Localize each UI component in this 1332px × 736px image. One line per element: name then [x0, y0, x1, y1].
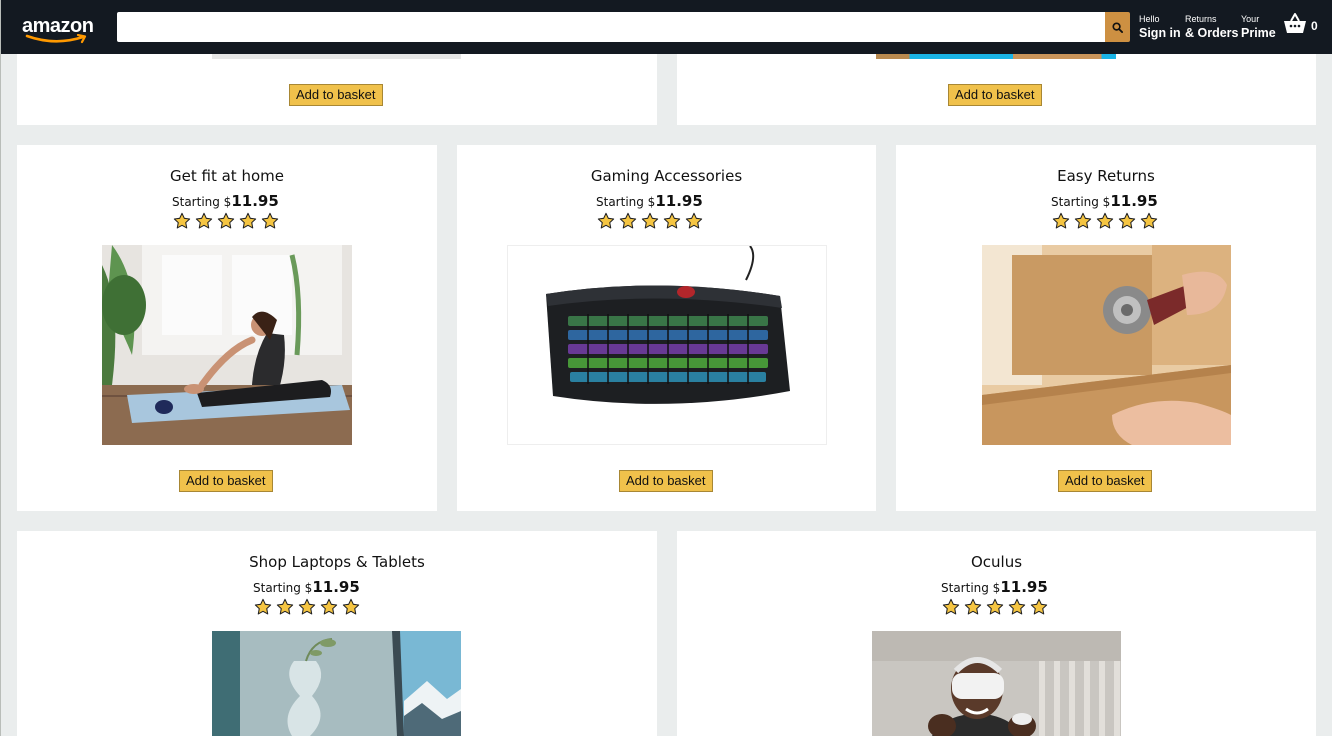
- product-image-cropped: [876, 54, 1116, 59]
- nav-sign-in-line2: Sign in: [1139, 26, 1181, 40]
- product-title: Shop Laptops & Tablets: [249, 553, 425, 571]
- product-card: Gaming Accessories Starting $11.95 Add t…: [457, 145, 876, 511]
- nav-returns-line1: Returns: [1185, 14, 1217, 24]
- star-icon: [173, 212, 191, 229]
- star-icon: [342, 598, 360, 615]
- star-icon: [685, 212, 703, 229]
- star-icon: [1096, 212, 1114, 229]
- add-to-basket-button[interactable]: Add to basket: [289, 84, 383, 106]
- star-icon: [641, 212, 659, 229]
- top-navbar: amazon Hello Sign in Returns & Orders Yo…: [1, 0, 1332, 54]
- product-price: Starting $11.95: [596, 192, 703, 210]
- price-value: 11.95: [231, 192, 279, 210]
- nav-prime-line2: Prime: [1241, 26, 1276, 40]
- star-icon: [1052, 212, 1070, 229]
- star-icon: [1008, 598, 1026, 615]
- star-icon: [597, 212, 615, 229]
- star-icon: [663, 212, 681, 229]
- price-prefix: Starting $: [172, 195, 232, 209]
- star-icon: [942, 598, 960, 615]
- star-icon: [964, 598, 982, 615]
- smile-arrow-icon: [25, 34, 87, 44]
- star-icon: [261, 212, 279, 229]
- product-title: Gaming Accessories: [590, 167, 743, 185]
- product-price: Starting $11.95: [253, 578, 360, 596]
- price-prefix: Starting $: [941, 581, 1001, 595]
- yoga-photo-illustration: [102, 245, 352, 445]
- product-image[interactable]: [872, 631, 1121, 736]
- amazon-logo[interactable]: amazon: [21, 12, 95, 44]
- star-icon: [1074, 212, 1092, 229]
- price-prefix: Starting $: [253, 581, 313, 595]
- price-value: 11.95: [312, 578, 360, 596]
- price-prefix: Starting $: [596, 195, 656, 209]
- product-image[interactable]: [102, 245, 352, 445]
- star-icon: [1140, 212, 1158, 229]
- star-rating: [942, 598, 1048, 616]
- add-to-basket-button[interactable]: Add to basket: [179, 470, 273, 492]
- nav-prime[interactable]: Your Prime: [1241, 13, 1276, 41]
- returns-photo-illustration: [982, 245, 1231, 445]
- product-image[interactable]: [507, 245, 827, 445]
- product-price: Starting $11.95: [941, 578, 1048, 596]
- product-card: Oculus Starting $11.95: [677, 531, 1316, 736]
- star-icon: [298, 598, 316, 615]
- price-prefix: Starting $: [1051, 195, 1111, 209]
- star-icon: [239, 212, 257, 229]
- product-price: Starting $11.95: [1051, 192, 1158, 210]
- add-to-basket-button[interactable]: Add to basket: [948, 84, 1042, 106]
- star-rating: [173, 212, 279, 230]
- keyboard-photo-illustration: [508, 246, 826, 444]
- price-value: 11.95: [1000, 578, 1048, 596]
- product-title: Oculus: [970, 553, 1023, 571]
- product-card: Get fit at home Starting $11.95 Add to b…: [17, 145, 437, 511]
- vr-photo-illustration: [872, 631, 1121, 736]
- basket-icon: [1284, 13, 1306, 33]
- add-to-basket-button[interactable]: Add to basket: [619, 470, 713, 492]
- product-title: Easy Returns: [1057, 167, 1155, 185]
- add-to-basket-button[interactable]: Add to basket: [1058, 470, 1152, 492]
- nav-returns-line2: & Orders: [1185, 26, 1239, 40]
- search-input[interactable]: [117, 12, 1105, 42]
- product-price: Starting $11.95: [172, 192, 279, 210]
- basket-link[interactable]: 0: [1283, 12, 1318, 34]
- laptop-photo-illustration: [212, 631, 461, 736]
- search-bar: [117, 12, 1130, 42]
- star-rating: [254, 598, 360, 616]
- star-icon: [619, 212, 637, 229]
- search-icon: [1112, 21, 1123, 33]
- nav-returns-orders[interactable]: Returns & Orders: [1185, 13, 1239, 41]
- product-card: Easy Returns Starting $11.95 Add to bask…: [896, 145, 1316, 511]
- product-card: Shop Laptops & Tablets Starting $11.95: [17, 531, 657, 736]
- product-image[interactable]: [982, 245, 1231, 445]
- star-icon: [195, 212, 213, 229]
- star-icon: [1118, 212, 1136, 229]
- star-icon: [1030, 598, 1048, 615]
- nav-prime-line1: Your: [1241, 14, 1260, 24]
- price-value: 11.95: [1110, 192, 1158, 210]
- star-rating: [1052, 212, 1158, 230]
- nav-sign-in[interactable]: Hello Sign in: [1139, 13, 1181, 41]
- search-button[interactable]: [1105, 12, 1130, 42]
- product-title: Get fit at home: [170, 167, 284, 185]
- star-icon: [320, 598, 338, 615]
- star-icon: [254, 598, 272, 615]
- star-icon: [217, 212, 235, 229]
- product-image[interactable]: [212, 631, 461, 736]
- star-icon: [986, 598, 1004, 615]
- nav-sign-in-line1: Hello: [1139, 14, 1160, 24]
- star-icon: [276, 598, 294, 615]
- price-value: 11.95: [655, 192, 703, 210]
- product-image-cropped: [212, 54, 461, 59]
- basket-count: 0: [1311, 19, 1318, 33]
- star-rating: [597, 212, 703, 230]
